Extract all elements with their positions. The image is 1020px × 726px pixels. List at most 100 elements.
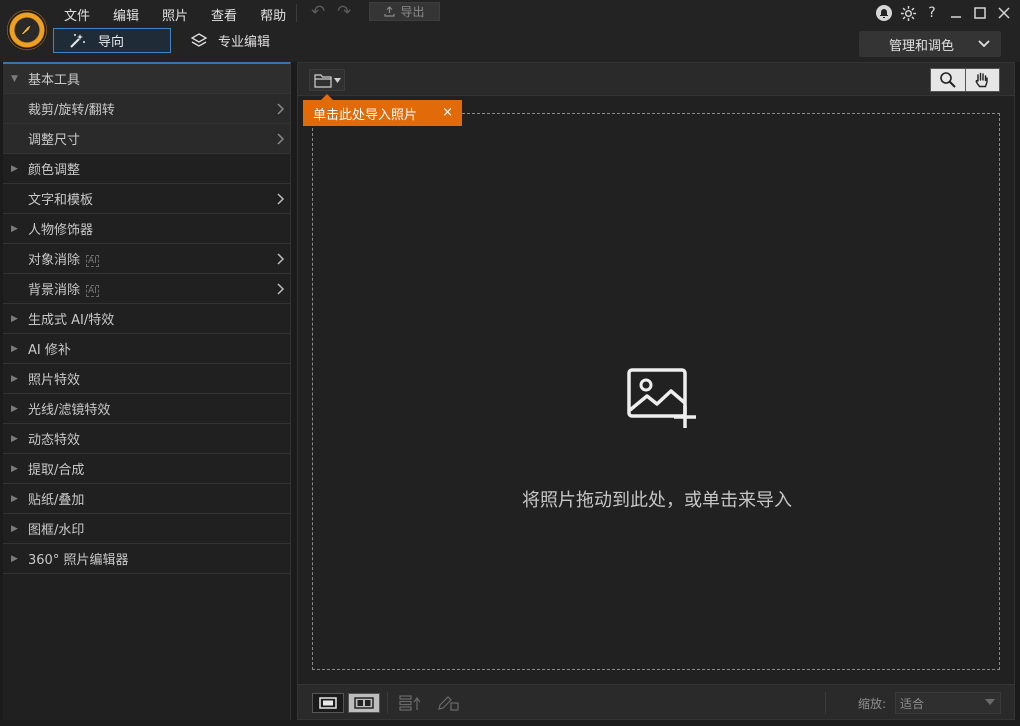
mode-pro-label: 专业编辑 — [218, 35, 271, 50]
section-label: AI 修补 — [28, 343, 71, 358]
single-view-icon — [319, 697, 337, 709]
item-text-templates[interactable]: 文字和模板 — [3, 184, 290, 214]
chevron-right-icon — [277, 253, 285, 265]
menu-edit[interactable]: 编辑 — [113, 4, 150, 25]
menu-bar: 文件 编辑 照片 查看 帮助 — [64, 4, 309, 25]
triangle-right-icon: ▶ — [11, 343, 18, 354]
section-light-filter[interactable]: ▶ 光线/滤镜特效 — [3, 394, 290, 424]
magnifier-icon — [939, 72, 956, 88]
section-basic-tools[interactable]: ▼ 基本工具 — [3, 64, 290, 94]
menu-help[interactable]: 帮助 — [260, 4, 297, 25]
section-360-editor[interactable]: ▶ 360° 照片编辑器 — [3, 544, 290, 574]
compare-view-icon — [354, 697, 374, 709]
menu-file[interactable]: 文件 — [64, 4, 101, 25]
notification-icon[interactable] — [872, 2, 896, 24]
item-label: 文字和模板 — [28, 193, 94, 208]
section-photo-effects[interactable]: ▶ 照片特效 — [3, 364, 290, 394]
item-label: 对象消除 AI — [28, 253, 99, 268]
triangle-right-icon: ▶ — [11, 223, 18, 234]
close-icon[interactable] — [992, 2, 1016, 24]
item-object-removal[interactable]: 对象消除 AI — [3, 244, 290, 274]
photo-drop-zone[interactable]: 将照片拖动到此处，或单击来导入 — [312, 113, 1000, 670]
manage-color-dropdown[interactable]: 管理和调色 — [859, 31, 1001, 57]
manage-color-label: 管理和调色 — [889, 38, 955, 54]
item-label: 背景消除 AI — [28, 283, 99, 298]
section-label: 光线/滤镜特效 — [28, 403, 111, 418]
triangle-right-icon: ▶ — [11, 403, 18, 414]
window-controls: ? — [872, 2, 1016, 24]
section-stickers-overlay[interactable]: ▶ 贴纸/叠加 — [3, 484, 290, 514]
redo-icon[interactable]: ↷ — [337, 4, 351, 21]
ai-badge-icon: AI — [86, 254, 99, 267]
chevron-right-icon — [277, 133, 285, 145]
canvas-area: 将照片拖动到此处，或单击来导入 单击此处导入照片 × 缩放: 适合 — [297, 62, 1015, 720]
section-frames-watermark[interactable]: ▶ 图框/水印 — [3, 514, 290, 544]
section-generative-ai[interactable]: ▶ 生成式 AI/特效 — [3, 304, 290, 334]
single-view-button[interactable] — [312, 693, 344, 713]
section-label: 360° 照片编辑器 — [28, 553, 129, 568]
section-ai-repair[interactable]: ▶ AI 修补 — [3, 334, 290, 364]
item-label: 调整尺寸 — [28, 133, 81, 148]
settings-gear-icon[interactable] — [896, 2, 920, 24]
menu-photo[interactable]: 照片 — [162, 4, 199, 25]
export-label: 导出 — [400, 5, 425, 19]
mode-guide-button[interactable]: 导向 — [53, 28, 171, 53]
menu-divider — [296, 4, 297, 22]
maximize-icon[interactable] — [968, 2, 992, 24]
pen-tool-icon[interactable] — [437, 695, 461, 711]
tip-text: 单击此处导入照片 — [313, 107, 418, 123]
section-label: 生成式 AI/特效 — [28, 313, 115, 328]
caret-down-icon — [985, 699, 995, 705]
triangle-right-icon: ▶ — [11, 163, 18, 174]
zoom-label: 缩放: — [858, 697, 887, 711]
section-label: 基本工具 — [28, 73, 81, 88]
minimize-icon[interactable] — [944, 2, 968, 24]
chevron-down-icon — [978, 40, 990, 48]
section-label: 颜色调整 — [28, 163, 81, 178]
zoom-value: 适合 — [900, 696, 925, 711]
triangle-right-icon: ▶ — [11, 313, 18, 324]
item-crop-rotate-flip[interactable]: 裁剪/旋转/翻转 — [3, 94, 290, 124]
pan-tool-button[interactable] — [964, 69, 999, 91]
image-add-icon — [627, 368, 696, 428]
import-tip-tooltip[interactable]: 单击此处导入照片 × — [303, 94, 462, 126]
item-label: 裁剪/旋转/翻转 — [28, 103, 115, 118]
menu-view[interactable]: 查看 — [211, 4, 248, 25]
hand-icon — [975, 72, 988, 88]
section-label: 提取/合成 — [28, 463, 85, 478]
chevron-right-icon — [277, 283, 285, 295]
tip-close-icon[interactable]: × — [442, 105, 453, 120]
zoom-select[interactable]: 适合 — [895, 692, 1001, 714]
section-motion-effects[interactable]: ▶ 动态特效 — [3, 424, 290, 454]
section-label: 动态特效 — [28, 433, 81, 448]
help-icon[interactable]: ? — [920, 2, 944, 24]
item-resize[interactable]: 调整尺寸 — [3, 124, 290, 154]
zoom-tool-button[interactable] — [931, 69, 965, 91]
chevron-right-icon — [277, 103, 285, 115]
app-logo-icon — [7, 10, 47, 50]
layers-icon — [190, 32, 208, 47]
section-extract-compose[interactable]: ▶ 提取/合成 — [3, 454, 290, 484]
mode-pro-button[interactable]: 专业编辑 — [190, 31, 270, 50]
section-color-adjust[interactable]: ▶ 颜色调整 — [3, 154, 290, 184]
align-tool-icon[interactable] — [399, 695, 425, 711]
undo-icon[interactable]: ↶ — [311, 4, 325, 21]
folder-icon — [313, 73, 332, 88]
triangle-right-icon: ▶ — [11, 463, 18, 474]
export-button[interactable]: 导出 — [369, 2, 440, 21]
compare-view-button[interactable] — [348, 693, 380, 713]
title-bar: 文件 编辑 照片 查看 帮助 ↶ ↷ 导出 ? 导向 专业编辑 管理和调色 — [0, 0, 1020, 62]
import-folder-button[interactable] — [309, 69, 345, 91]
export-icon — [384, 6, 396, 17]
section-label: 照片特效 — [28, 373, 81, 388]
triangle-right-icon: ▶ — [11, 373, 18, 384]
tooltip-arrow — [321, 94, 333, 100]
bottom-divider — [387, 692, 388, 714]
item-background-removal[interactable]: 背景消除 AI — [3, 274, 290, 304]
view-tool-group — [930, 68, 1000, 92]
section-people-beautifier[interactable]: ▶ 人物修饰器 — [3, 214, 290, 244]
triangle-right-icon: ▶ — [11, 523, 18, 534]
tools-panel: ▼ 基本工具 裁剪/旋转/翻转 调整尺寸 ▶ 颜色调整 文字和模板 ▶ 人物修饰… — [3, 62, 291, 720]
magic-wand-icon — [70, 33, 85, 48]
section-label: 人物修饰器 — [28, 223, 94, 238]
